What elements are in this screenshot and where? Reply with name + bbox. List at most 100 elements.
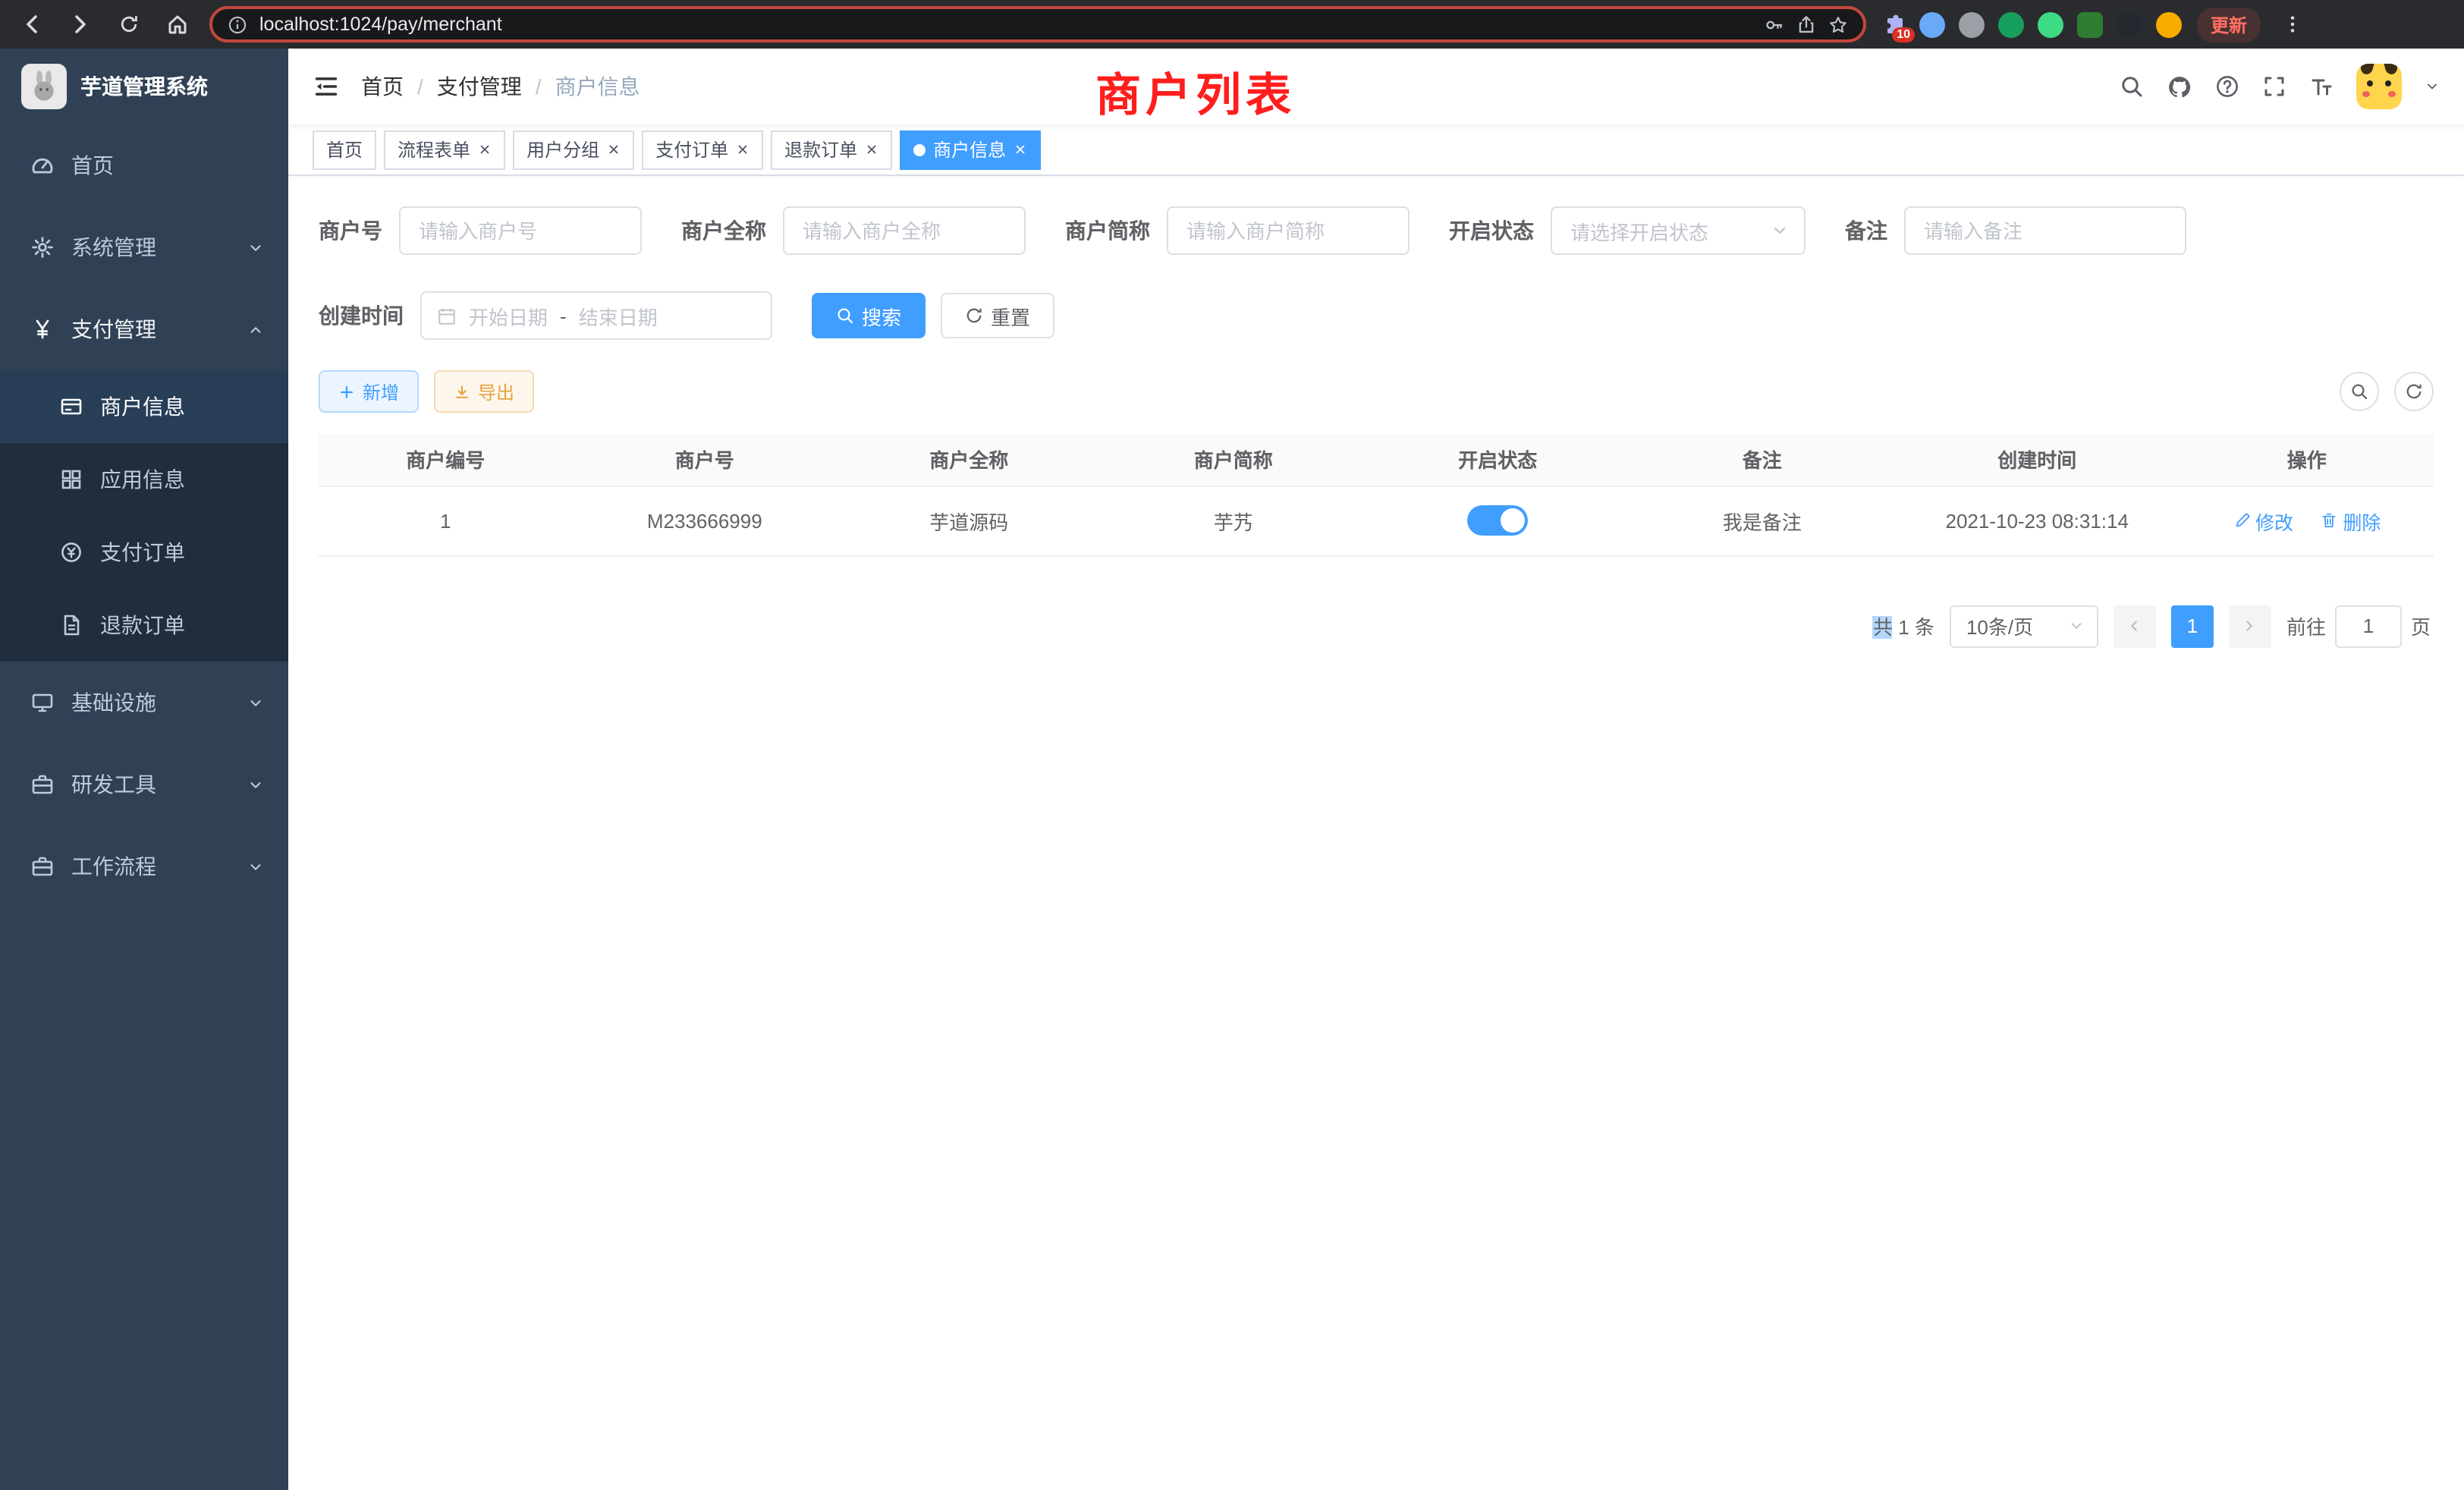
full-name-input[interactable] — [783, 206, 1026, 255]
browser-menu-icon[interactable] — [2276, 8, 2309, 41]
refresh-table-icon[interactable] — [2394, 372, 2434, 411]
search-filter-form: 商户号 商户全称 商户简称 开启状态 请选择开启状态 — [288, 176, 2464, 340]
extension-icon[interactable] — [2117, 11, 2142, 37]
close-icon[interactable] — [478, 143, 492, 156]
start-date-placeholder: 开始日期 — [469, 301, 548, 330]
grid-icon — [59, 467, 83, 492]
breadcrumb-home[interactable]: 首页 — [361, 71, 404, 102]
browser-reload-icon[interactable] — [112, 8, 146, 41]
tab-pay-order[interactable]: 支付订单 — [642, 130, 763, 169]
active-tab-dot — [913, 143, 926, 156]
extension-icon[interactable] — [2038, 11, 2063, 37]
breadcrumb: 首页 / 支付管理 / 商户信息 — [361, 71, 640, 102]
status-select[interactable]: 请选择开启状态 — [1551, 206, 1806, 255]
sidebar-item-workflow[interactable]: 工作流程 — [0, 825, 288, 907]
sidebar: 芋道管理系统 首页 系统管理 支付管理 商户信息 应用信息 — [0, 49, 288, 1490]
tabs-bar: 首页 流程表单 用户分组 支付订单 退款订单 商户信息 — [288, 124, 2464, 176]
extension-icon[interactable] — [2077, 11, 2103, 37]
table-row: 1 M233666999 芋道源码 芋艿 我是备注 2021-10-23 08:… — [319, 486, 2434, 555]
sidebar-item-infrastructure[interactable]: 基础设施 — [0, 662, 288, 743]
github-icon[interactable] — [2167, 74, 2192, 99]
app-title: 芋道管理系统 — [80, 71, 208, 102]
top-navbar: 首页 / 支付管理 / 商户信息 — [288, 49, 2464, 124]
sidebar-item-home[interactable]: 首页 — [0, 124, 288, 206]
font-size-icon[interactable] — [2309, 74, 2334, 99]
search-icon — [836, 306, 854, 325]
chevron-down-icon — [247, 776, 264, 793]
reset-button[interactable]: 重置 — [941, 293, 1054, 338]
toggle-search-icon[interactable] — [2340, 372, 2379, 411]
tab-home[interactable]: 首页 — [313, 130, 376, 169]
col-actions: 操作 — [2180, 434, 2434, 486]
prev-page-button[interactable] — [2114, 605, 2156, 647]
page-1-button[interactable]: 1 — [2171, 605, 2214, 647]
sidebar-toggle-icon[interactable] — [313, 73, 340, 100]
chevron-up-icon — [247, 321, 264, 338]
password-key-icon[interactable] — [1765, 14, 1784, 34]
browser-update-button[interactable]: 更新 — [2197, 7, 2261, 42]
sidebar-item-refund-order[interactable]: 退款订单 — [0, 589, 288, 662]
address-bar[interactable]: localhost:1024/pay/merchant — [209, 6, 1866, 42]
page-size-select[interactable]: 10条/页 — [1950, 605, 2098, 647]
tab-refund-order[interactable]: 退款订单 — [771, 130, 892, 169]
calendar-icon — [437, 306, 457, 325]
close-icon[interactable] — [865, 143, 878, 156]
chevron-right-icon — [2242, 618, 2258, 634]
close-icon[interactable] — [1014, 143, 1027, 156]
breadcrumb-payment[interactable]: 支付管理 — [437, 71, 522, 102]
browser-home-icon[interactable] — [161, 8, 194, 41]
search-button[interactable]: 搜索 — [812, 293, 926, 338]
header-search-icon[interactable] — [2120, 74, 2144, 99]
tab-process-form[interactable]: 流程表单 — [384, 130, 505, 169]
extension-icon[interactable] — [1959, 11, 1985, 37]
close-icon[interactable] — [736, 143, 750, 156]
date-range-picker[interactable]: 开始日期 - 结束日期 — [420, 291, 772, 340]
tab-user-group[interactable]: 用户分组 — [513, 130, 634, 169]
export-button[interactable]: 导出 — [434, 370, 534, 413]
edit-icon — [2233, 511, 2251, 530]
bookmark-star-icon[interactable] — [1828, 14, 1848, 34]
extensions-cluster: 10 — [1881, 11, 2182, 37]
close-icon[interactable] — [607, 143, 621, 156]
fullscreen-icon[interactable] — [2262, 74, 2286, 99]
main-content: 首页 / 支付管理 / 商户信息 商户列表 — [288, 49, 2464, 1490]
sidebar-item-pay-order[interactable]: 支付订单 — [0, 516, 288, 589]
cell-merchant-id: 1 — [319, 486, 573, 555]
browser-toolbar: localhost:1024/pay/merchant 10 更新 — [0, 0, 2464, 49]
next-page-button[interactable] — [2229, 605, 2271, 647]
goto-page-input[interactable] — [2335, 605, 2402, 647]
chevron-down-icon — [2068, 618, 2085, 634]
help-icon[interactable] — [2215, 74, 2239, 99]
sidebar-item-merchant-info[interactable]: 商户信息 — [0, 370, 288, 443]
site-info-icon[interactable] — [228, 14, 247, 34]
share-icon[interactable] — [1796, 14, 1816, 34]
page-jumper: 前往 页 — [2286, 605, 2431, 647]
user-menu-caret-icon[interactable] — [2425, 79, 2440, 94]
total-count-text: 共 1 条 — [1873, 611, 1934, 640]
browser-forward-icon[interactable] — [64, 8, 97, 41]
status-toggle[interactable] — [1467, 505, 1528, 536]
sidebar-item-devtools[interactable]: 研发工具 — [0, 743, 288, 825]
merchant-no-input[interactable] — [399, 206, 642, 255]
extension-icon[interactable] — [1919, 11, 1945, 37]
delete-link[interactable]: 删除 — [2320, 506, 2381, 535]
extensions-puzzle-icon[interactable]: 10 — [1881, 12, 1906, 36]
add-button[interactable]: 新增 — [319, 370, 419, 413]
remark-input[interactable] — [1904, 206, 2186, 255]
short-name-input[interactable] — [1167, 206, 1410, 255]
user-avatar[interactable] — [2356, 64, 2402, 109]
pagination: 共 1 条 10条/页 1 前往 页 — [288, 605, 2464, 647]
toolbox-icon — [30, 854, 55, 879]
edit-link[interactable]: 修改 — [2233, 506, 2293, 535]
sidebar-item-system[interactable]: 系统管理 — [0, 206, 288, 288]
cell-remark: 我是备注 — [1630, 486, 1895, 555]
browser-back-icon[interactable] — [15, 8, 49, 41]
gear-icon — [30, 235, 55, 259]
remark-label: 备注 — [1845, 215, 1887, 246]
sidebar-item-payment[interactable]: 支付管理 — [0, 288, 288, 370]
extension-icon[interactable] — [2156, 11, 2182, 37]
sidebar-item-app-info[interactable]: 应用信息 — [0, 443, 288, 516]
extensions-badge: 10 — [1892, 27, 1915, 42]
tab-merchant-info[interactable]: 商户信息 — [900, 130, 1041, 169]
extension-icon[interactable] — [1998, 11, 2024, 37]
